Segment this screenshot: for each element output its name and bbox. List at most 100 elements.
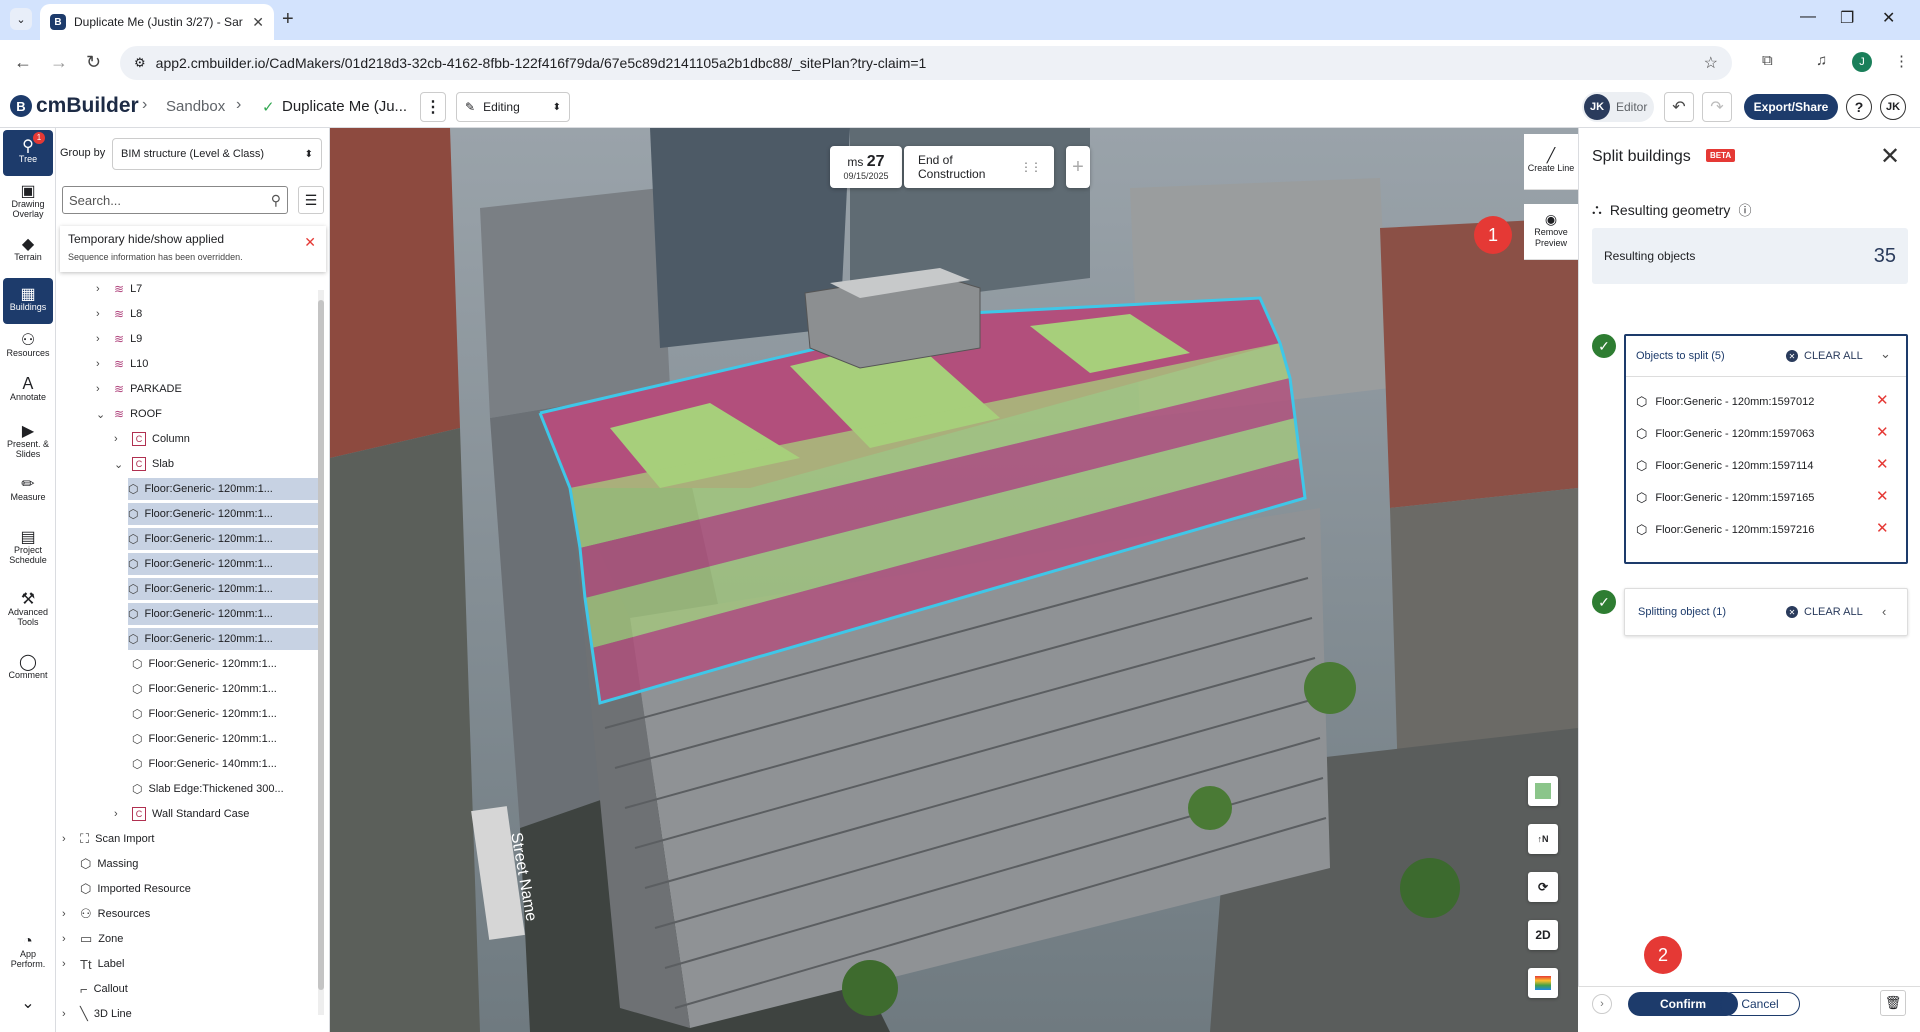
help-button[interactable]: ?: [1846, 94, 1872, 120]
tree-row[interactable]: ⬡ Imported Resource: [62, 878, 191, 900]
close-notice-icon[interactable]: ✕: [304, 234, 316, 251]
expand-panel-button[interactable]: ›: [1592, 994, 1612, 1014]
chevron-right-icon[interactable]: ›: [62, 908, 74, 920]
rail-expand[interactable]: ⌄: [3, 990, 53, 1020]
browser-menu-icon[interactable]: ⋮: [1894, 52, 1909, 70]
rail-comment[interactable]: ◯ Comment: [3, 646, 53, 692]
address-bar[interactable]: ⚙ app2.cmbuilder.io/CadMakers/01d218d3-3…: [120, 46, 1732, 80]
info-icon[interactable]: ⓘ: [1738, 200, 1751, 219]
cancel-button[interactable]: Cancel: [1720, 992, 1800, 1016]
compass-north-icon[interactable]: ↑N: [1528, 824, 1558, 854]
tree-row[interactable]: ⬡ Floor:Generic- 120mm:1...: [132, 703, 277, 725]
rail-drawing-overlay[interactable]: ▣ Drawing Overlay: [3, 180, 53, 226]
tree-row[interactable]: ⬡ Floor:Generic- 120mm:1...: [132, 678, 277, 700]
user-role-pill[interactable]: JK Editor: [1582, 92, 1654, 122]
split-object-row[interactable]: ⬡ Floor:Generic - 120mm:1597216: [1636, 520, 1814, 540]
rail-app-performance[interactable]: ◔ App Perform.: [3, 930, 53, 976]
back-icon[interactable]: ←: [14, 52, 32, 73]
app-logo[interactable]: B cmBuilder: [10, 94, 139, 118]
export-share-button[interactable]: Export/Share: [1744, 94, 1838, 120]
chevron-right-icon[interactable]: ›: [96, 308, 108, 320]
tree-row[interactable]: ⬡ Floor:Generic- 120mm:1...: [128, 578, 318, 600]
site-info-icon[interactable]: ⚙: [134, 55, 146, 71]
remove-object-icon[interactable]: ✕: [1876, 455, 1889, 473]
rail-advanced-tools[interactable]: ⚒ Advanced Tools: [3, 588, 53, 634]
rail-annotate[interactable]: Ａ Annotate: [3, 368, 53, 414]
split-object-row[interactable]: ⬡ Floor:Generic - 120mm:1597114: [1636, 456, 1814, 476]
tree-row[interactable]: ⬡ Floor:Generic- 120mm:1...: [132, 653, 277, 675]
reload-icon[interactable]: ↻: [86, 52, 101, 73]
account-button[interactable]: JK: [1880, 94, 1906, 120]
rail-buildings[interactable]: ▦ Buildings: [3, 278, 53, 324]
undo-button[interactable]: ↶: [1664, 92, 1694, 122]
chevron-down-icon[interactable]: ⌄: [114, 458, 126, 471]
remove-object-icon[interactable]: ✕: [1876, 487, 1889, 505]
close-panel-icon[interactable]: ✕: [1880, 142, 1900, 171]
remove-preview-tool[interactable]: ◉ Remove Preview: [1524, 204, 1578, 260]
tree-filter-button[interactable]: ☰: [298, 186, 324, 214]
rail-tree[interactable]: ⚲ Tree 1: [3, 130, 53, 176]
chevron-right-icon[interactable]: ›: [96, 383, 108, 395]
tree-row[interactable]: › Tt Label: [62, 953, 124, 975]
tree-row[interactable]: › ≋ L10: [96, 353, 148, 375]
group-by-select[interactable]: BIM structure (Level & Class) ⬍: [112, 138, 322, 170]
scrollbar-thumb[interactable]: [318, 300, 324, 990]
mode-select[interactable]: ✎ Editing ⬍: [456, 92, 570, 122]
tree-row[interactable]: › ≋ L7: [96, 278, 142, 300]
restore-icon[interactable]: ❐: [1840, 8, 1854, 28]
add-milestone-button[interactable]: +: [1066, 146, 1090, 188]
tree-row[interactable]: ⬡ Floor:Generic- 120mm:1...: [128, 503, 318, 525]
bookmark-star-icon[interactable]: ☆: [1704, 53, 1718, 73]
drag-handle-icon[interactable]: ⋮⋮: [1020, 160, 1042, 174]
tree-row[interactable]: ⬡ Floor:Generic- 120mm:1...: [128, 478, 318, 500]
trash-icon[interactable]: 🗑: [1880, 990, 1906, 1016]
tree-row[interactable]: ⬡ Floor:Generic- 120mm:1...: [128, 628, 318, 650]
orbit-icon[interactable]: ⟳: [1528, 872, 1558, 902]
objects-to-split-title[interactable]: Objects to split (5): [1636, 350, 1725, 362]
split-object-row[interactable]: ⬡ Floor:Generic - 120mm:1597063: [1636, 424, 1814, 444]
remove-object-icon[interactable]: ✕: [1876, 391, 1889, 409]
redo-button[interactable]: ↷: [1702, 92, 1732, 122]
tree-row[interactable]: ⬡ Floor:Generic- 120mm:1...: [132, 728, 277, 750]
chevron-right-icon[interactable]: ›: [96, 358, 108, 370]
chevron-right-icon[interactable]: ›: [62, 933, 74, 945]
view-2d-button[interactable]: 2D: [1528, 920, 1558, 950]
tree-row[interactable]: ⌄ ≋ ROOF: [96, 403, 162, 425]
extensions-icon[interactable]: ⧉: [1762, 52, 1773, 69]
split-object-row[interactable]: ⬡ Floor:Generic - 120mm:1597165: [1636, 488, 1814, 508]
create-line-tool[interactable]: ╱ Create Line: [1524, 134, 1578, 190]
breadcrumb-sandbox[interactable]: Sandbox: [166, 98, 225, 115]
rail-present[interactable]: ▶ Present. & Slides: [3, 420, 53, 466]
remove-object-icon[interactable]: ✕: [1876, 519, 1889, 537]
tree-row[interactable]: ⬡ Massing: [62, 853, 138, 875]
tree-search-input[interactable]: Search... ⚲: [62, 186, 288, 214]
tree-row[interactable]: ⌄ C Slab: [114, 453, 174, 475]
map-style-icon[interactable]: [1528, 776, 1558, 806]
chevron-right-icon[interactable]: ›: [114, 808, 126, 820]
clear-all-objects-button[interactable]: ✕ CLEAR ALL: [1786, 350, 1863, 362]
map-viewport[interactable]: Street Name: [330, 128, 1578, 1032]
breadcrumb-project[interactable]: Duplicate Me (Ju...: [282, 98, 407, 115]
tree-row[interactable]: ⬡ Floor:Generic- 120mm:1...: [128, 553, 318, 575]
splitting-object-title[interactable]: Splitting object (1): [1638, 606, 1726, 618]
tree-scrollbar[interactable]: [318, 290, 324, 1015]
rail-resources[interactable]: ⚇ Resources: [3, 324, 53, 370]
chevron-left-icon[interactable]: ‹: [1882, 604, 1886, 619]
tree-row[interactable]: › ≋ L8: [96, 303, 142, 325]
milestone-badge[interactable]: ms 27 09/15/2025: [830, 146, 902, 188]
browser-tab[interactable]: B Duplicate Me (Justin 3/27) - Sar ✕: [40, 4, 274, 40]
close-tab-icon[interactable]: ✕: [252, 14, 264, 31]
tree-row[interactable]: › ╲ 3D Line: [62, 1003, 132, 1025]
tree-row[interactable]: › ≋ PARKADE: [96, 378, 182, 400]
rail-measure[interactable]: ✏ Measure: [3, 468, 53, 514]
project-menu-button[interactable]: ⋮: [420, 92, 446, 122]
tree-row[interactable]: ⬡ Floor:Generic- 140mm:1...: [132, 753, 277, 775]
chevron-right-icon[interactable]: ›: [62, 833, 74, 845]
media-icon[interactable]: ♫: [1816, 52, 1827, 69]
close-window-icon[interactable]: ✕: [1882, 8, 1895, 28]
tree-row[interactable]: › C Wall Standard Case: [114, 803, 249, 825]
rail-terrain[interactable]: ◆ Terrain: [3, 228, 53, 274]
milestone-name-select[interactable]: End of Construction ⋮⋮: [904, 146, 1054, 188]
tree-row[interactable]: › ⛶ Scan Import: [62, 828, 154, 850]
layers-color-icon[interactable]: [1528, 968, 1558, 998]
